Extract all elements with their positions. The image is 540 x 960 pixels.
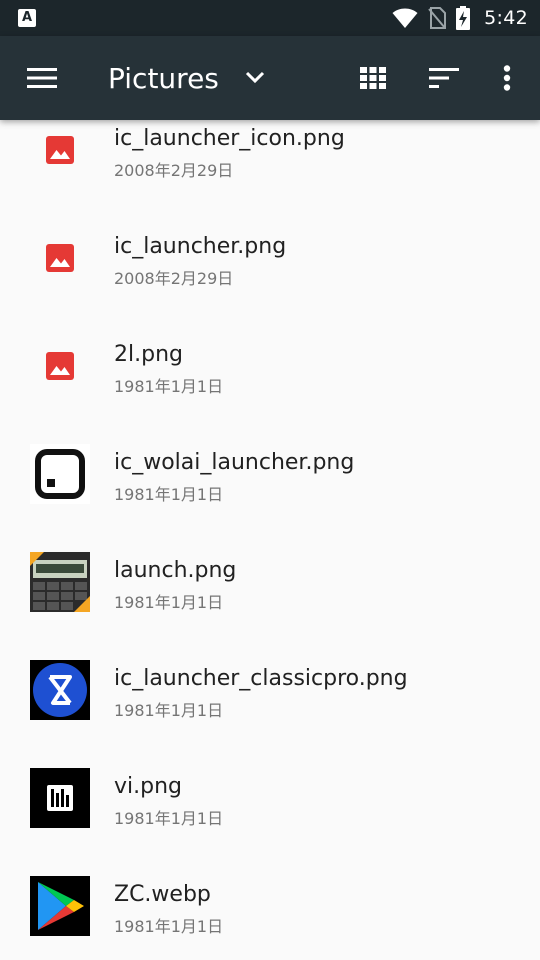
file-name: ic_launcher_classicpro.png: [114, 666, 408, 691]
file-list: ic_launcher_icon.png 2008年2月29日 ic_launc…: [0, 120, 540, 960]
file-name: ic_wolai_launcher.png: [114, 450, 355, 475]
menu-button[interactable]: [20, 56, 64, 100]
file-list-item[interactable]: ic_launcher_classicpro.png 1981年1月1日: [0, 634, 540, 742]
file-date: 2008年2月29日: [114, 269, 234, 288]
image-icon: [46, 352, 74, 380]
file-list-item[interactable]: ZC.webp 1981年1月1日: [0, 850, 540, 958]
status-right-group: 5:42: [392, 0, 528, 36]
file-date: 1981年1月1日: [114, 809, 224, 828]
chevron-down-icon: [245, 71, 264, 84]
menu-icon: [27, 68, 57, 88]
file-name: ZC.webp: [114, 882, 211, 907]
file-date: 1981年1月1日: [114, 593, 224, 612]
file-list-item[interactable]: ic_launcher_icon.png 2008年2月29日: [0, 120, 540, 202]
file-list-item[interactable]: vi.png 1981年1月1日: [0, 742, 540, 850]
status-bar: A 5:42: [0, 0, 540, 36]
folder-selector[interactable]: Pictures: [108, 56, 265, 100]
app-bar: Pictures: [0, 36, 540, 120]
file-date: 1981年1月1日: [114, 701, 224, 720]
file-list-item[interactable]: ic_wolai_launcher.png 1981年1月1日: [0, 418, 540, 526]
file-list-item[interactable]: 2l.png 1981年1月1日: [0, 310, 540, 418]
grid-view-icon: [360, 67, 386, 89]
sort-button[interactable]: [422, 56, 466, 100]
notification-app-icon: A: [18, 9, 36, 27]
calculator-thumbnail: [30, 552, 90, 612]
sort-icon: [429, 68, 459, 88]
battery-charging-icon: [456, 6, 471, 30]
file-name: vi.png: [114, 774, 182, 799]
file-date: 2008年2月29日: [114, 161, 234, 180]
classicpro-thumbnail: [30, 660, 90, 720]
equalizer-thumbnail: [30, 768, 90, 828]
notification-app-glyph: A: [21, 10, 33, 25]
more-vert-icon: [503, 65, 511, 91]
image-icon: [46, 244, 74, 272]
file-date: 1981年1月1日: [114, 377, 224, 396]
file-name: ic_launcher.png: [114, 234, 287, 259]
file-date: 1981年1月1日: [114, 917, 224, 936]
image-icon: [46, 136, 74, 164]
file-list-item[interactable]: launch.png 1981年1月1日: [0, 526, 540, 634]
status-time: 5:42: [484, 7, 528, 29]
wolai-thumbnail: [30, 444, 90, 504]
file-name: launch.png: [114, 558, 237, 583]
play-store-thumbnail: [30, 876, 90, 936]
file-date: 1981年1月1日: [114, 485, 224, 504]
file-name: ic_launcher_icon.png: [114, 126, 345, 151]
more-options-button[interactable]: [485, 56, 529, 100]
page-title: Pictures: [108, 61, 219, 95]
wifi-icon: [392, 8, 418, 28]
no-sim-icon: [428, 7, 447, 29]
file-name: 2l.png: [114, 342, 183, 367]
file-list-item[interactable]: ic_launcher.png 2008年2月29日: [0, 202, 540, 310]
grid-view-button[interactable]: [351, 56, 395, 100]
